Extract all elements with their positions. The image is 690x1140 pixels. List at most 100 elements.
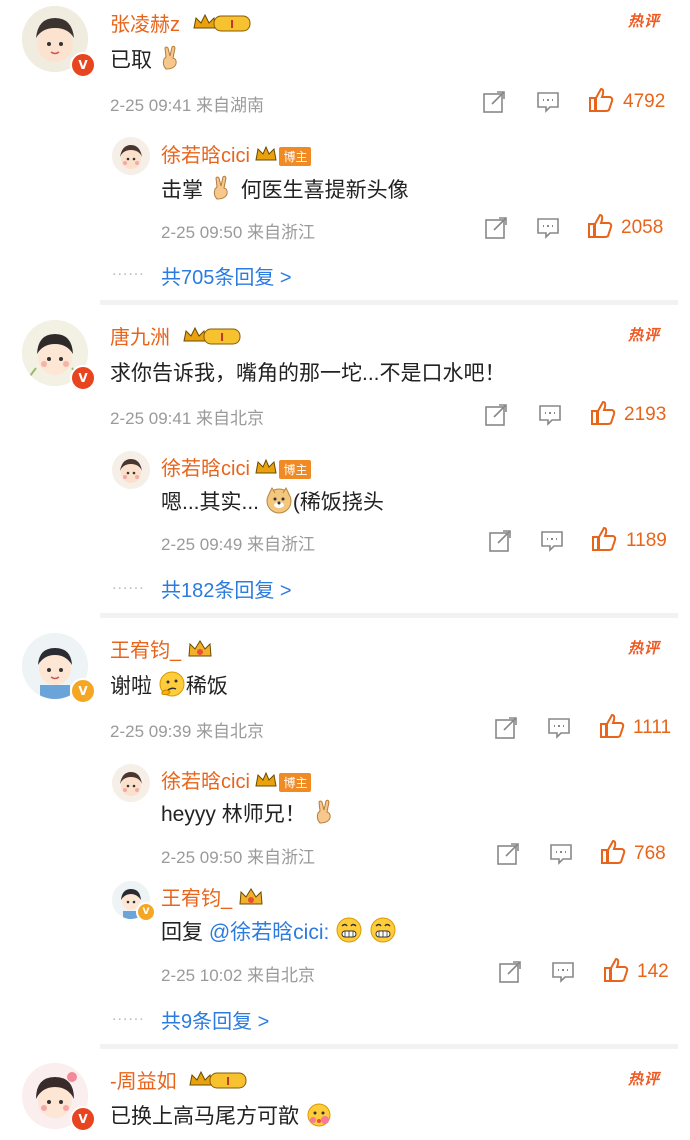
location: 来自北京 bbox=[196, 409, 265, 428]
comment-icon[interactable] bbox=[537, 402, 563, 428]
like-icon[interactable] bbox=[600, 839, 626, 865]
comment-text-body: 谢啦 bbox=[110, 675, 152, 698]
location: 来自湖南 bbox=[196, 96, 265, 115]
like-count: 768 bbox=[634, 843, 666, 864]
timestamp: 2-25 09:41 bbox=[110, 96, 192, 115]
username[interactable]: 王宥钧_ bbox=[161, 882, 264, 914]
timestamp: 2-25 09:50 bbox=[161, 223, 243, 242]
username-text[interactable]: 王宥钧_ bbox=[161, 888, 232, 910]
more-replies-link[interactable]: 共182条回复 > bbox=[161, 574, 292, 603]
reply-prefix: 回复 bbox=[161, 921, 203, 944]
comment-text-body: 已取 bbox=[110, 49, 152, 72]
share-icon[interactable] bbox=[483, 402, 509, 428]
share-icon[interactable] bbox=[483, 215, 509, 241]
comment-text: 已换上高马尾方可歆 bbox=[110, 1100, 333, 1134]
comment-icon[interactable] bbox=[539, 528, 565, 554]
like-icon[interactable] bbox=[591, 526, 617, 552]
level-badge-icon: I bbox=[188, 1069, 248, 1097]
reply-text-body: 嗯...其实... bbox=[161, 491, 260, 514]
share-icon[interactable] bbox=[487, 528, 513, 554]
crown-icon bbox=[255, 771, 278, 795]
like-icon[interactable] bbox=[603, 957, 629, 983]
blogger-tag: 博主 bbox=[279, 773, 312, 793]
hot-comment-label: 热评 bbox=[627, 1071, 660, 1088]
location: 来自浙江 bbox=[247, 848, 316, 867]
username-text[interactable]: -周益如 bbox=[110, 1071, 177, 1093]
share-icon[interactable] bbox=[495, 841, 521, 867]
crown-badge-icon bbox=[238, 886, 264, 914]
username-text[interactable]: 徐若晗cici bbox=[161, 145, 250, 167]
mention-link[interactable]: @徐若晗cici: bbox=[209, 921, 329, 944]
comment-icon[interactable] bbox=[535, 89, 561, 115]
comment-icon[interactable] bbox=[550, 959, 576, 985]
crown-icon bbox=[255, 145, 278, 169]
doge-icon bbox=[265, 486, 293, 520]
victory-hand-icon bbox=[158, 45, 184, 77]
divider bbox=[100, 300, 678, 305]
comment-icon[interactable] bbox=[548, 841, 574, 867]
username[interactable]: 徐若晗cici 博主 bbox=[161, 139, 312, 169]
timestamp: 2-25 10:02 bbox=[161, 966, 243, 985]
svg-text:I: I bbox=[230, 18, 234, 31]
crown-badge-icon bbox=[187, 638, 213, 666]
avatar[interactable] bbox=[112, 451, 150, 489]
comment-icon[interactable] bbox=[535, 215, 561, 241]
comment-text-body: 已换上高马尾方可歆 bbox=[110, 1105, 299, 1128]
reply-text: heyyy 林师兄！ bbox=[161, 798, 338, 831]
share-icon[interactable] bbox=[481, 89, 507, 115]
verified-badge-icon: V bbox=[70, 1106, 96, 1132]
comment-meta: 2-25 09:41 来自北京 bbox=[110, 404, 264, 429]
comment-meta: 2-25 09:39 来自北京 bbox=[110, 717, 264, 742]
avatar[interactable] bbox=[112, 137, 150, 175]
username[interactable]: 唐九洲 I bbox=[110, 321, 242, 353]
reply-text-body-2: 何医生喜提新头像 bbox=[240, 179, 409, 202]
like-icon[interactable] bbox=[587, 213, 613, 239]
grinning-face-icon bbox=[335, 916, 363, 950]
verified-badge-icon: V bbox=[70, 678, 96, 704]
dots: ...... bbox=[112, 262, 145, 279]
reply-meta: 2-25 09:50 来自浙江 bbox=[161, 843, 315, 868]
avatar[interactable] bbox=[112, 764, 150, 802]
crown-icon bbox=[255, 458, 278, 482]
divider bbox=[100, 613, 678, 618]
like-count: 2193 bbox=[624, 404, 667, 425]
verified-badge-icon: V bbox=[70, 365, 96, 391]
flower-face-icon bbox=[305, 1100, 333, 1134]
username-text[interactable]: 王宥钧_ bbox=[110, 640, 181, 662]
like-icon[interactable] bbox=[599, 713, 625, 739]
like-icon[interactable] bbox=[588, 87, 614, 113]
comment-text-body-2: 稀饭 bbox=[185, 675, 228, 698]
share-icon[interactable] bbox=[493, 715, 519, 741]
like-count: 1189 bbox=[626, 530, 667, 551]
location: 来自北京 bbox=[196, 722, 265, 741]
level-badge-icon: I bbox=[182, 325, 242, 353]
share-icon[interactable] bbox=[497, 959, 523, 985]
username-text[interactable]: 张凌赫z bbox=[110, 14, 180, 36]
username-text[interactable]: 徐若晗cici bbox=[161, 771, 250, 793]
comment-icon[interactable] bbox=[546, 715, 572, 741]
username[interactable]: 张凌赫z I bbox=[110, 8, 252, 40]
more-replies-link[interactable]: 共9条回复 > bbox=[161, 1005, 269, 1034]
username[interactable]: 徐若晗cici 博主 bbox=[161, 452, 312, 482]
like-icon[interactable] bbox=[590, 400, 616, 426]
hot-comment-label: 热评 bbox=[627, 327, 660, 344]
username[interactable]: -周益如 I bbox=[110, 1065, 248, 1097]
victory-hand-icon bbox=[312, 799, 338, 831]
reply-text-body: heyyy 林师兄！ bbox=[161, 803, 306, 826]
reply-text: 击掌 何医生喜提新头像 bbox=[161, 174, 409, 207]
timestamp: 2-25 09:49 bbox=[161, 535, 243, 554]
like-count: 142 bbox=[637, 961, 669, 982]
reply-text: 回复 @徐若晗cici: bbox=[161, 916, 397, 950]
username[interactable]: 徐若晗cici 博主 bbox=[161, 765, 312, 795]
username-text[interactable]: 唐九洲 bbox=[110, 327, 170, 349]
username-text[interactable]: 徐若晗cici bbox=[161, 458, 250, 480]
more-replies-link[interactable]: 共705条回复 > bbox=[161, 261, 292, 290]
username[interactable]: 王宥钧_ bbox=[110, 634, 213, 666]
comment-text: 谢啦 稀饭 bbox=[110, 670, 228, 704]
victory-hand-icon bbox=[209, 175, 235, 207]
comment-feed: V 张凌赫z I 热评 已取 2-25 09:41 来自湖南 4792 徐若晗c… bbox=[0, 0, 690, 1140]
reply-meta: 2-25 09:50 来自浙江 bbox=[161, 218, 315, 243]
verified-badge-icon: V bbox=[136, 902, 156, 922]
location: 来自浙江 bbox=[247, 535, 316, 554]
hot-comment-label: 热评 bbox=[627, 640, 660, 657]
